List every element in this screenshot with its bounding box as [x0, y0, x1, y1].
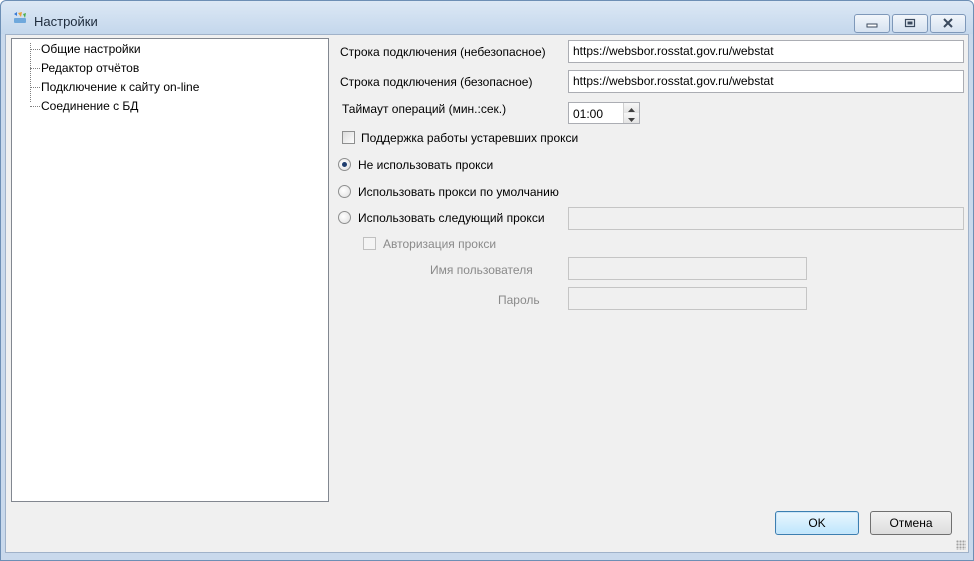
settings-window: Настройки Общие настройки Редактор отчёт… — [0, 0, 974, 561]
tree-item-label: Редактор отчётов — [41, 61, 140, 75]
ok-button[interactable]: OK — [775, 511, 859, 535]
minimize-button[interactable] — [854, 14, 890, 33]
tree-item-label: Общие настройки — [41, 42, 141, 56]
tree-connector — [30, 87, 40, 88]
arrow-down-icon — [628, 111, 635, 125]
timeout-value: 01:00 — [573, 107, 604, 121]
password-label: Пароль — [498, 293, 540, 307]
tree-connector — [30, 49, 40, 50]
settings-app-icon — [12, 11, 28, 25]
proxy-custom-radio[interactable] — [338, 211, 351, 224]
username-label: Имя пользователя — [430, 263, 533, 277]
timeout-spinner[interactable]: 01:00 — [568, 102, 640, 124]
tree-item-online-connection[interactable]: Подключение к сайту on-line — [12, 79, 312, 96]
tree-connector — [30, 106, 40, 107]
proxy-none-label[interactable]: Не использовать прокси — [358, 158, 493, 172]
proxy-default-label[interactable]: Использовать прокси по умолчанию — [358, 185, 559, 199]
spin-down-button[interactable] — [624, 113, 639, 123]
minimize-icon — [866, 17, 878, 31]
proxy-address-field[interactable] — [568, 207, 964, 230]
cancel-button[interactable]: Отмена — [870, 511, 952, 535]
settings-tree[interactable]: Общие настройки Редактор отчётов Подключ… — [11, 38, 329, 502]
tree-item-label: Соединение с БД — [41, 99, 139, 113]
conn-insecure-label: Строка подключения (небезопасное) — [340, 45, 546, 59]
conn-secure-field[interactable]: https://websbor.rosstat.gov.ru/webstat — [568, 70, 964, 93]
close-button[interactable] — [930, 14, 966, 33]
dialog-client-area: Общие настройки Редактор отчётов Подключ… — [5, 34, 969, 553]
maximize-button[interactable] — [892, 14, 928, 33]
conn-secure-label: Строка подключения (безопасное) — [340, 75, 533, 89]
password-field[interactable] — [568, 287, 807, 310]
legacy-proxy-checkbox[interactable] — [342, 131, 355, 144]
close-icon — [942, 17, 954, 31]
proxy-default-radio[interactable] — [338, 185, 351, 198]
proxy-custom-label[interactable]: Использовать следующий прокси — [358, 211, 545, 225]
resize-grip[interactable] — [956, 540, 966, 550]
tree-connector — [30, 68, 40, 69]
legacy-proxy-label[interactable]: Поддержка работы устаревших прокси — [361, 131, 578, 145]
username-field[interactable] — [568, 257, 807, 280]
window-title: Настройки — [34, 14, 98, 29]
tree-item-report-editor[interactable]: Редактор отчётов — [12, 60, 312, 77]
timeout-spin-buttons — [623, 103, 639, 123]
proxy-auth-checkbox[interactable] — [363, 237, 376, 250]
restore-icon — [904, 17, 916, 31]
proxy-none-radio[interactable] — [338, 158, 351, 171]
title-bar[interactable]: Настройки — [1, 1, 973, 34]
timeout-label: Таймаут операций (мин.:сек.) — [342, 102, 507, 116]
proxy-auth-label: Авторизация прокси — [383, 237, 497, 251]
tree-item-general[interactable]: Общие настройки — [12, 41, 312, 58]
tree-item-db-connection[interactable]: Соединение с БД — [12, 98, 312, 115]
conn-insecure-field[interactable]: https://websbor.rosstat.gov.ru/webstat — [568, 40, 964, 63]
tree-item-label: Подключение к сайту on-line — [41, 80, 200, 94]
